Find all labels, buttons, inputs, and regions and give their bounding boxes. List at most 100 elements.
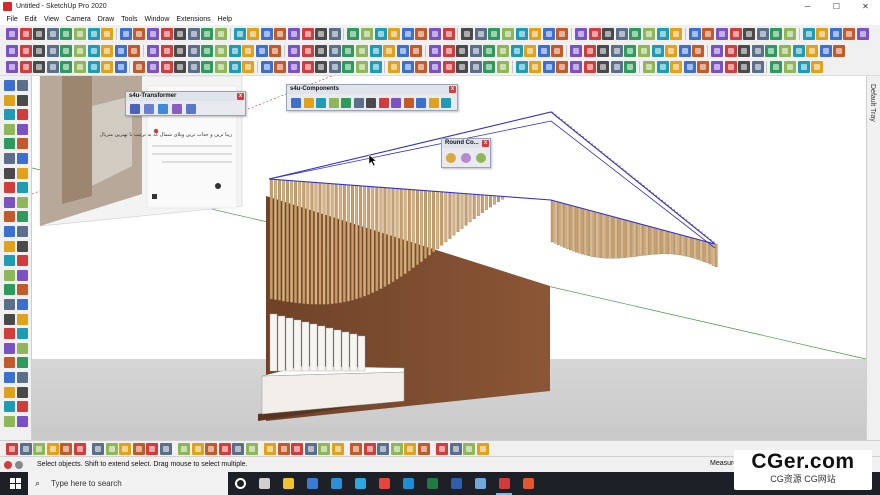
bottom-tool-18-icon[interactable] xyxy=(245,443,258,455)
row3-tool-33-icon[interactable] xyxy=(456,61,469,73)
large-tool-15-icon[interactable] xyxy=(4,182,15,194)
row2-tool-9-icon[interactable] xyxy=(114,45,127,57)
row2-tool-15-icon[interactable] xyxy=(201,45,214,57)
bottom-tool-1-icon[interactable] xyxy=(6,443,18,455)
large-tool-8-icon[interactable] xyxy=(17,123,28,135)
row2-tool-53-icon[interactable] xyxy=(738,45,751,57)
large-tool-39-icon[interactable] xyxy=(4,357,15,369)
bottom-tool-5-icon[interactable] xyxy=(60,443,72,455)
s4u-components-close-button[interactable]: x xyxy=(449,86,456,93)
default-tray-label[interactable]: Default Tray xyxy=(869,84,876,122)
large-tool-14-icon[interactable] xyxy=(17,167,28,179)
row2-tool-57-icon[interactable] xyxy=(792,45,805,57)
large-tool-20-icon[interactable] xyxy=(17,211,28,223)
media-icon[interactable] xyxy=(468,472,492,495)
large-tool-44-icon[interactable] xyxy=(17,386,28,398)
menu-file[interactable]: File xyxy=(3,16,21,23)
row1-tool-60-icon[interactable] xyxy=(843,28,856,40)
large-tool-13-icon[interactable] xyxy=(4,167,15,179)
large-tool-5-icon[interactable] xyxy=(4,109,15,121)
large-tool-3-icon[interactable] xyxy=(4,94,15,106)
row3-tool-9-icon[interactable] xyxy=(114,61,127,73)
row3-tool-24-icon[interactable] xyxy=(328,61,341,73)
store-icon[interactable] xyxy=(300,472,324,495)
row2-tool-55-icon[interactable] xyxy=(765,45,778,57)
row1-tool-51-icon[interactable] xyxy=(716,28,728,40)
large-tool-4-icon[interactable] xyxy=(17,94,28,106)
row1-tool-34-icon[interactable] xyxy=(474,28,487,40)
row1-tool-4-icon[interactable] xyxy=(46,28,59,40)
large-tool-23-icon[interactable] xyxy=(4,240,15,252)
bottom-tool-19-icon[interactable] xyxy=(264,443,276,455)
s4u-components-toolbar[interactable]: s4u-Components x xyxy=(286,84,458,111)
bottom-tool-16-icon[interactable] xyxy=(218,443,231,455)
row1-tool-43-icon[interactable] xyxy=(602,28,615,40)
row2-tool-20-icon[interactable] xyxy=(269,45,282,57)
row2-tool-16-icon[interactable] xyxy=(215,45,227,57)
row1-tool-22-icon[interactable] xyxy=(301,28,314,40)
large-tool-28-icon[interactable] xyxy=(17,269,28,281)
sketchup-icon[interactable] xyxy=(492,472,516,495)
row1-tool-32-icon[interactable] xyxy=(442,28,455,40)
telegram-icon[interactable] xyxy=(348,472,372,495)
row1-tool-29-icon[interactable] xyxy=(401,28,414,40)
row1-tool-10-icon[interactable] xyxy=(133,28,146,40)
row2-tool-17-icon[interactable] xyxy=(228,45,241,57)
menu-view[interactable]: View xyxy=(40,16,62,23)
row3-tool-2-icon[interactable] xyxy=(19,61,32,73)
close-button[interactable]: ✕ xyxy=(851,0,880,13)
menu-edit[interactable]: Edit xyxy=(21,16,40,23)
row1-tool-33-icon[interactable] xyxy=(461,28,474,40)
bottom-tool-3-icon[interactable] xyxy=(33,443,45,455)
row1-tool-42-icon[interactable] xyxy=(588,28,601,40)
row3-tool-22-icon[interactable] xyxy=(301,61,314,73)
row2-tool-25-icon[interactable] xyxy=(342,45,355,57)
row2-tool-18-icon[interactable] xyxy=(242,45,255,57)
row2-tool-19-icon[interactable] xyxy=(255,45,268,57)
row3-tool-37-icon[interactable] xyxy=(515,61,528,73)
large-tool-22-icon[interactable] xyxy=(17,226,28,237)
default-tray-strip[interactable]: Default Tray xyxy=(866,76,880,440)
row2-tool-40-icon[interactable] xyxy=(551,45,564,57)
cortana-icon[interactable] xyxy=(228,472,252,495)
row3-tool-38-icon[interactable] xyxy=(529,61,542,73)
row1-tool-53-icon[interactable] xyxy=(743,28,756,40)
chrome-icon[interactable] xyxy=(372,472,396,495)
row1-tool-1-icon[interactable] xyxy=(6,28,18,40)
large-tool-33-icon[interactable] xyxy=(4,313,15,325)
large-tool-47-icon[interactable] xyxy=(4,415,15,427)
s4u-transformer-toolbar[interactable]: s4u-Transformer x xyxy=(125,91,246,116)
row1-tool-20-icon[interactable] xyxy=(274,28,287,40)
file-explorer-icon[interactable] xyxy=(276,472,300,495)
row3-tool-21-icon[interactable] xyxy=(288,61,300,73)
geolocation-icon[interactable] xyxy=(4,460,12,469)
row1-tool-13-icon[interactable] xyxy=(174,28,187,40)
row3-tool-56-icon[interactable] xyxy=(784,61,796,73)
row3-tool-42-icon[interactable] xyxy=(583,61,596,73)
bottom-tool-12-icon[interactable] xyxy=(159,443,172,455)
components-tool-9-icon[interactable] xyxy=(391,98,401,108)
s4u-transformer-close-button[interactable]: x xyxy=(237,93,244,100)
maximize-button[interactable]: ☐ xyxy=(822,0,851,13)
round-corner-close-button[interactable]: x xyxy=(482,140,489,147)
row2-tool-23-icon[interactable] xyxy=(315,45,328,57)
components-tool-3-icon[interactable] xyxy=(316,98,326,108)
taskbar-search[interactable]: ⌕ Type here to search xyxy=(28,472,228,495)
row1-tool-39-icon[interactable] xyxy=(542,28,555,40)
row3-tool-51-icon[interactable] xyxy=(711,61,723,73)
row2-tool-60-icon[interactable] xyxy=(833,45,846,57)
bottom-tool-25-icon[interactable] xyxy=(350,443,362,455)
row1-tool-19-icon[interactable] xyxy=(260,28,273,40)
bevel-edge-icon[interactable] xyxy=(476,153,486,163)
large-tool-17-icon[interactable] xyxy=(4,196,15,208)
row1-tool-8-icon[interactable] xyxy=(101,28,114,40)
row1-tool-61-icon[interactable] xyxy=(857,28,869,40)
row1-tool-50-icon[interactable] xyxy=(702,28,715,40)
row1-tool-26-icon[interactable] xyxy=(361,28,373,40)
row2-tool-8-icon[interactable] xyxy=(101,45,114,57)
row3-tool-36-icon[interactable] xyxy=(497,61,509,73)
row3-tool-43-icon[interactable] xyxy=(597,61,610,73)
row3-tool-57-icon[interactable] xyxy=(797,61,810,73)
row1-tool-58-icon[interactable] xyxy=(816,28,829,40)
components-tool-5-icon[interactable] xyxy=(341,98,351,108)
